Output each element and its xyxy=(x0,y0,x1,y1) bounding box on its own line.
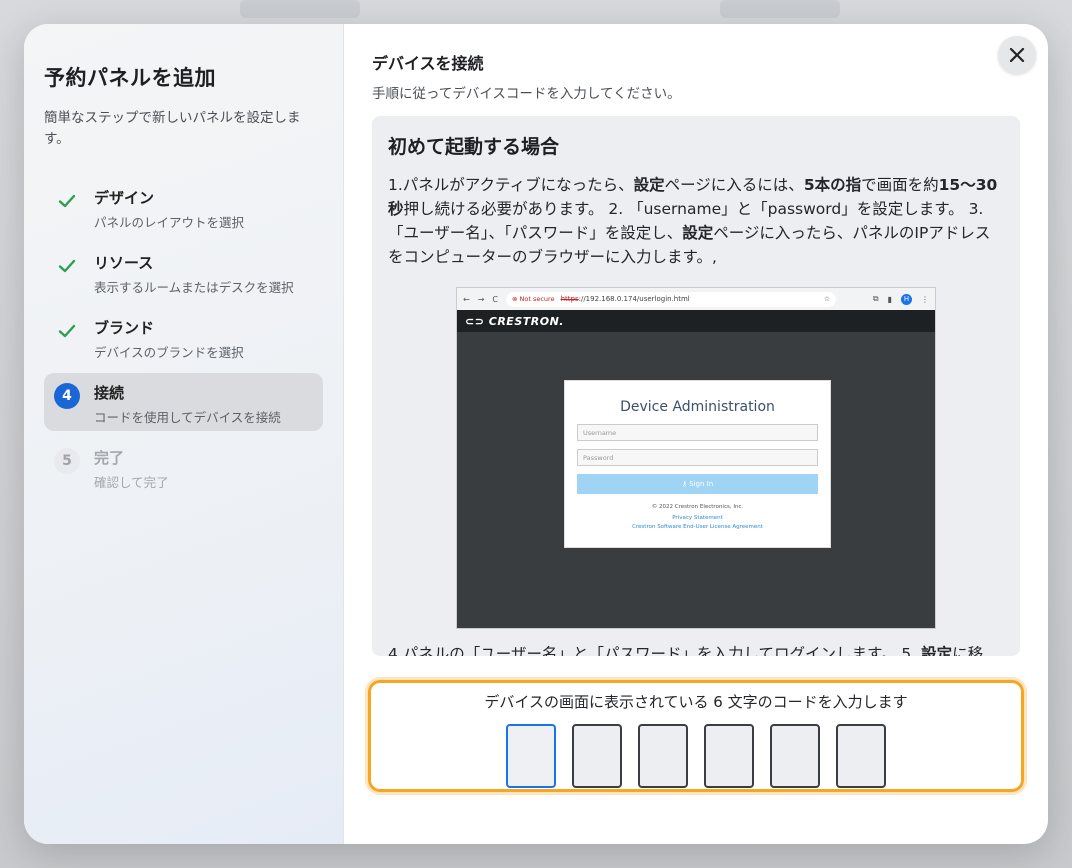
eula-link: Crestron Software End-User License Agree… xyxy=(632,524,763,530)
avatar: H xyxy=(901,293,912,305)
copyright-text: © 2022 Crestron Electronics, Inc. xyxy=(651,504,744,510)
close-icon xyxy=(1009,47,1025,63)
code-digit-input[interactable] xyxy=(506,724,556,788)
check-icon xyxy=(54,188,80,214)
step-description: パネルのレイアウトを選択 xyxy=(94,215,245,230)
not-secure-label: ⊗ Not secure xyxy=(512,295,555,303)
step-name: 接続 xyxy=(94,384,125,402)
password-field: Password xyxy=(577,449,818,466)
step-name: 完了 xyxy=(94,449,125,467)
privacy-link: Privacy Statement xyxy=(672,515,723,521)
star-icon: ☆ xyxy=(823,295,830,303)
code-digit-input[interactable] xyxy=(572,724,622,788)
code-digit-input[interactable] xyxy=(638,724,688,788)
instructions-text: 1.パネルがアクティブになったら、設定ページに入るには、5本の指で画面を約15〜… xyxy=(388,176,998,266)
device-admin-login-panel: Device Administration Username Password … xyxy=(564,380,831,548)
code-digit-input[interactable] xyxy=(704,724,754,788)
step-name: デザイン xyxy=(94,189,155,207)
code-digit-input[interactable] xyxy=(836,724,886,788)
step-connect[interactable]: 4 接続 コードを使用してデバイスを接続 xyxy=(44,373,323,431)
menu-icon: ⋮ xyxy=(921,294,929,304)
back-icon: ← xyxy=(463,294,470,304)
step-description: デバイスのブランドを選択 xyxy=(94,345,244,360)
crestron-logo: ⊂⊃ CRESTRON. xyxy=(457,310,935,332)
device-code-entry: デバイスの画面に表示されている 6 文字のコードを入力します xyxy=(368,680,1024,792)
step-name: ブランド xyxy=(94,319,155,337)
step-complete: 5 完了 確認して完了 xyxy=(44,438,323,496)
check-icon xyxy=(54,253,80,279)
connect-step-content: デバイスを接続 手順に従ってデバイスコードを入力してください。 初めて起動する場… xyxy=(344,24,1048,844)
instructions-heading: 初めて起動する場合 xyxy=(388,136,560,158)
code-inputs xyxy=(371,724,1021,788)
close-button[interactable] xyxy=(998,36,1036,74)
username-field: Username xyxy=(577,424,818,441)
step-description: 確認して完了 xyxy=(94,475,169,490)
step-number-badge: 4 xyxy=(54,383,80,409)
browser-url: https://192.168.0.174/userlogin.html xyxy=(560,295,690,303)
instructions-panel[interactable]: 初めて起動する場合 1.パネルがアクティブになったら、設定ページに入るには、5本… xyxy=(372,116,1020,656)
logo-mark-icon: ⊂⊃ xyxy=(465,314,489,328)
wizard-steps: デザイン パネルのレイアウトを選択 リソース 表示するルームまたはデスクを選択 xyxy=(44,178,323,496)
step-description: コードを使用してデバイスを接続 xyxy=(94,410,281,425)
code-digit-input[interactable] xyxy=(770,724,820,788)
code-prompt: デバイスの画面に表示されている 6 文字のコードを入力します xyxy=(484,693,908,711)
background-element xyxy=(240,0,360,18)
device-admin-title: Device Administration xyxy=(620,399,775,415)
add-panel-modal: 予約パネルを追加 簡単なステップで新しいパネルを設定します。 デザイン パネルの… xyxy=(24,24,1048,844)
instructions-text-continued: 4.パネルの「ユーザー名」と「パスワード」を入力してログインします。 5. 設定… xyxy=(388,645,984,656)
check-icon xyxy=(54,318,80,344)
key-icon: ⚷ xyxy=(681,480,690,488)
step-brand[interactable]: ブランド デバイスのブランドを選択 xyxy=(44,308,323,366)
step-design[interactable]: デザイン パネルのレイアウトを選択 xyxy=(44,178,323,236)
browser-toolbar: ← → C ⊗ Not secure https://192.168.0.174… xyxy=(457,288,935,310)
forward-icon: → xyxy=(477,294,485,304)
login-screenshot-image: ← → C ⊗ Not secure https://192.168.0.174… xyxy=(456,287,936,629)
step-description: 表示するルームまたはデスクを選択 xyxy=(94,280,294,295)
reload-icon: C xyxy=(492,294,498,304)
section-subtitle: 手順に従ってデバイスコードを入力してください。 xyxy=(372,86,681,102)
background-element xyxy=(720,0,840,18)
step-resource[interactable]: リソース 表示するルームまたはデスクを選択 xyxy=(44,243,323,301)
browser-address-bar: ⊗ Not secure https://192.168.0.174/userl… xyxy=(506,291,836,307)
sidepanel-icon: ▮ xyxy=(887,294,892,304)
wizard-title: 予約パネルを追加 xyxy=(44,66,216,90)
wizard-sidebar: 予約パネルを追加 簡単なステップで新しいパネルを設定します。 デザイン パネルの… xyxy=(24,24,344,844)
sign-in-button: ⚷ Sign In xyxy=(577,474,818,494)
step-name: リソース xyxy=(94,254,154,272)
extensions-icon: ⧉ xyxy=(872,294,879,303)
section-title: デバイスを接続 xyxy=(372,54,484,73)
wizard-subtitle: 簡単なステップで新しいパネルを設定します。 xyxy=(44,110,301,147)
step-number-badge: 5 xyxy=(54,448,80,474)
